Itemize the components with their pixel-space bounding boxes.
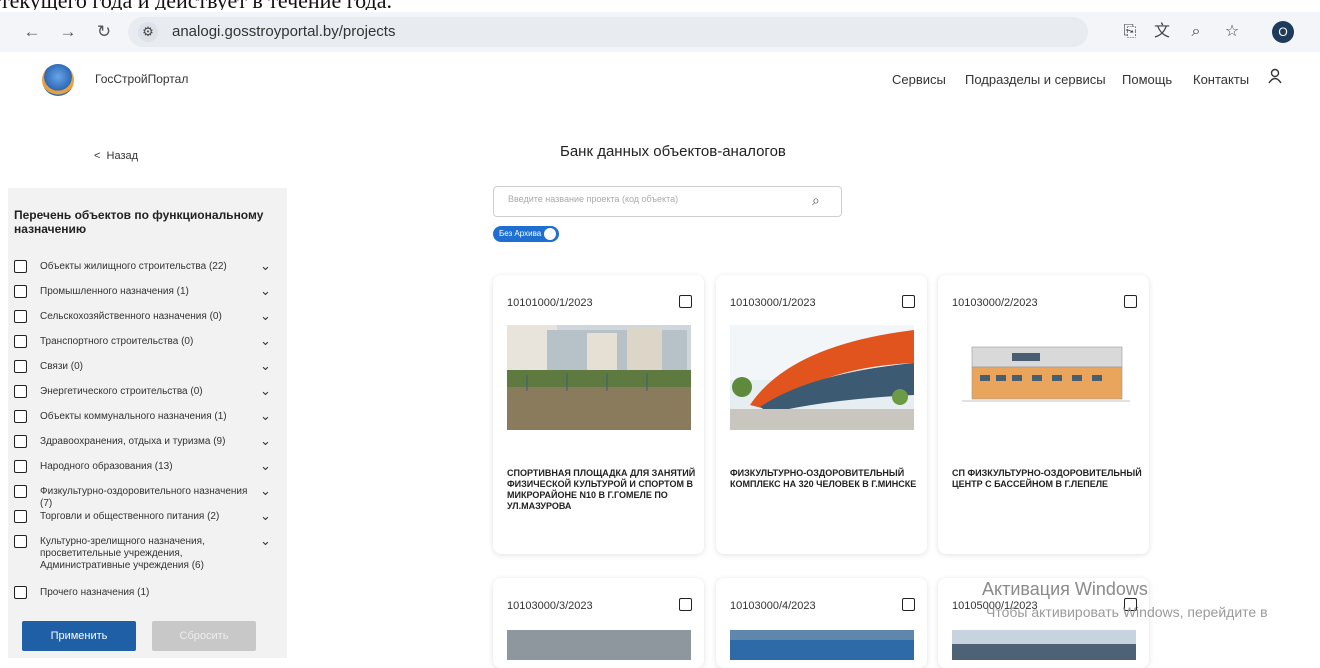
site-brand[interactable]: ГосСтройПортал <box>95 72 188 86</box>
project-code: 10101000/1/2023 <box>507 297 593 309</box>
category-checkbox[interactable] <box>14 510 27 523</box>
project-image[interactable] <box>507 630 691 660</box>
windows-activation-text: Чтобы активировать Windows, перейдите в <box>986 604 1268 620</box>
back-arrow-icon[interactable]: ← <box>20 20 44 44</box>
chevron-down-icon[interactable]: ⌄ <box>260 283 271 299</box>
project-image[interactable] <box>952 630 1136 660</box>
project-card[interactable]: 10101000/1/2023 СПОРТИВНАЯ ПЛОЩАДКА ДЛЯ … <box>493 275 704 554</box>
project-checkbox[interactable] <box>1124 295 1137 308</box>
chevron-down-icon[interactable]: ⌄ <box>260 433 271 449</box>
back-link[interactable]: < Назад <box>94 150 138 162</box>
nav-help[interactable]: Помощь <box>1122 72 1172 87</box>
category-label[interactable]: Торговли и общественного питания (2) <box>40 511 255 523</box>
category-checkbox[interactable] <box>14 260 27 273</box>
nav-contacts[interactable]: Контакты <box>1193 72 1249 87</box>
chevron-down-icon[interactable]: ⌄ <box>260 483 271 499</box>
user-icon[interactable] <box>1268 68 1282 89</box>
filter-sidebar: Перечень объектов по функциональному наз… <box>8 188 287 658</box>
category-checkbox[interactable] <box>14 586 27 599</box>
nav-services[interactable]: Сервисы <box>892 72 946 87</box>
category-checkbox[interactable] <box>14 385 27 398</box>
category-checkbox[interactable] <box>14 335 27 348</box>
chevron-down-icon[interactable]: ⌄ <box>260 308 271 324</box>
category-label[interactable]: Сельскохозяйственного назначения (0) <box>40 311 255 323</box>
category-checkbox[interactable] <box>14 360 27 373</box>
project-card[interactable]: 10103000/2/2023 СП ФИЗКУЛЬТУРНО-ОЗДОРОВИ… <box>938 275 1149 554</box>
category-checkbox[interactable] <box>14 310 27 323</box>
category-label[interactable]: Физкультурно-оздоровительного назначения… <box>40 486 255 510</box>
category-label[interactable]: Объекты жилищного строительства (22) <box>40 261 255 273</box>
category-label[interactable]: Транспортного строительства (0) <box>40 336 255 348</box>
star-icon[interactable]: ☆ <box>1220 20 1244 44</box>
site-info-icon[interactable]: ⚙ <box>138 22 158 42</box>
category-checkbox[interactable] <box>14 485 27 498</box>
project-code: 10103000/4/2023 <box>730 600 816 612</box>
category-checkbox[interactable] <box>14 410 27 423</box>
category-checkbox[interactable] <box>14 285 27 298</box>
project-card[interactable]: 10103000/1/2023 ФИЗКУЛЬТУРНО-ОЗДОРОВИТЕЛ… <box>716 275 927 554</box>
toggle-knob <box>544 228 556 240</box>
chevron-down-icon[interactable]: ⌄ <box>260 333 271 349</box>
project-checkbox[interactable] <box>902 295 915 308</box>
project-title[interactable]: СП ФИЗКУЛЬТУРНО-ОЗДОРОВИТЕЛЬНЫЙ ЦЕНТР С … <box>952 468 1142 490</box>
url-text[interactable]: analogi.gosstroyportal.by/projects <box>172 23 395 40</box>
windows-activation-title: Активация Windows <box>982 579 1148 599</box>
chevron-down-icon[interactable]: ⌄ <box>260 383 271 399</box>
zoom-icon[interactable]: ⌕ <box>1184 20 1208 44</box>
project-code: 10103000/1/2023 <box>730 297 816 309</box>
chevron-left-icon: < <box>94 150 107 162</box>
project-code: 10103000/3/2023 <box>507 600 593 612</box>
category-checkbox[interactable] <box>14 460 27 473</box>
archive-toggle[interactable]: Без Архива <box>493 226 559 242</box>
category-label[interactable]: Промышленного назначения (1) <box>40 286 255 298</box>
category-checkbox[interactable] <box>14 435 27 448</box>
back-label: Назад <box>106 150 139 162</box>
translate-icon[interactable]: 文 <box>1150 20 1174 44</box>
address-bar[interactable]: ⚙ analogi.gosstroyportal.by/projects <box>128 17 1088 47</box>
reload-icon[interactable]: ↻ <box>92 20 116 44</box>
search-input[interactable] <box>508 194 798 204</box>
project-image[interactable] <box>730 630 914 660</box>
category-label[interactable]: Народного образования (13) <box>40 461 255 473</box>
chevron-down-icon[interactable]: ⌄ <box>260 508 271 524</box>
category-label[interactable]: Здравоохранения, отдыха и туризма (9) <box>40 436 255 448</box>
project-image[interactable] <box>507 325 691 430</box>
browser-toolbar: ← → ↻ ⚙ analogi.gosstroyportal.by/projec… <box>0 12 1320 52</box>
chevron-down-icon[interactable]: ⌄ <box>260 358 271 374</box>
cast-icon[interactable]: ⎘ <box>1118 20 1142 44</box>
project-checkbox[interactable] <box>902 598 915 611</box>
site-logo[interactable] <box>42 64 74 96</box>
apply-button[interactable]: Применить <box>22 621 136 651</box>
page-title: Банк данных объектов-аналогов <box>560 143 786 160</box>
cut-off-text: текущего года и действует в течение года… <box>0 0 1320 10</box>
chevron-down-icon[interactable]: ⌄ <box>260 408 271 424</box>
sidebar-title: Перечень объектов по функциональному наз… <box>14 208 264 236</box>
project-title[interactable]: СПОРТИВНАЯ ПЛОЩАДКА ДЛЯ ЗАНЯТИЙ ФИЗИЧЕСК… <box>507 468 697 512</box>
category-label[interactable]: Энергетического строительства (0) <box>40 386 255 398</box>
chevron-down-icon[interactable]: ⌄ <box>260 258 271 274</box>
category-label[interactable]: Культурно-зрелищного назначения, просвет… <box>40 536 255 572</box>
project-card[interactable]: 10103000/4/2023 <box>716 578 927 668</box>
project-image[interactable] <box>730 325 914 430</box>
chevron-down-icon[interactable]: ⌄ <box>260 533 271 549</box>
forward-arrow-icon[interactable]: → <box>56 20 80 44</box>
category-label[interactable]: Объекты коммунального назначения (1) <box>40 411 255 423</box>
category-label[interactable]: Связи (0) <box>40 361 255 373</box>
project-code: 10103000/2/2023 <box>952 297 1038 309</box>
nav-subsections[interactable]: Подразделы и сервисы <box>965 72 1106 87</box>
project-image[interactable] <box>952 325 1136 430</box>
project-checkbox[interactable] <box>679 295 692 308</box>
project-checkbox[interactable] <box>679 598 692 611</box>
category-label[interactable]: Прочего назначения (1) <box>40 587 255 599</box>
reset-button[interactable]: Сбросить <box>152 621 256 651</box>
project-title[interactable]: ФИЗКУЛЬТУРНО-ОЗДОРОВИТЕЛЬНЫЙ КОМПЛЕКС НА… <box>730 468 920 490</box>
toggle-label: Без Архива <box>499 229 542 238</box>
project-card[interactable]: 10103000/3/2023 <box>493 578 704 668</box>
profile-avatar[interactable]: O <box>1272 21 1294 43</box>
search-icon[interactable]: ⌕ <box>812 192 820 209</box>
category-checkbox[interactable] <box>14 535 27 548</box>
chevron-down-icon[interactable]: ⌄ <box>260 458 271 474</box>
search-box: ⌕ <box>493 186 842 217</box>
